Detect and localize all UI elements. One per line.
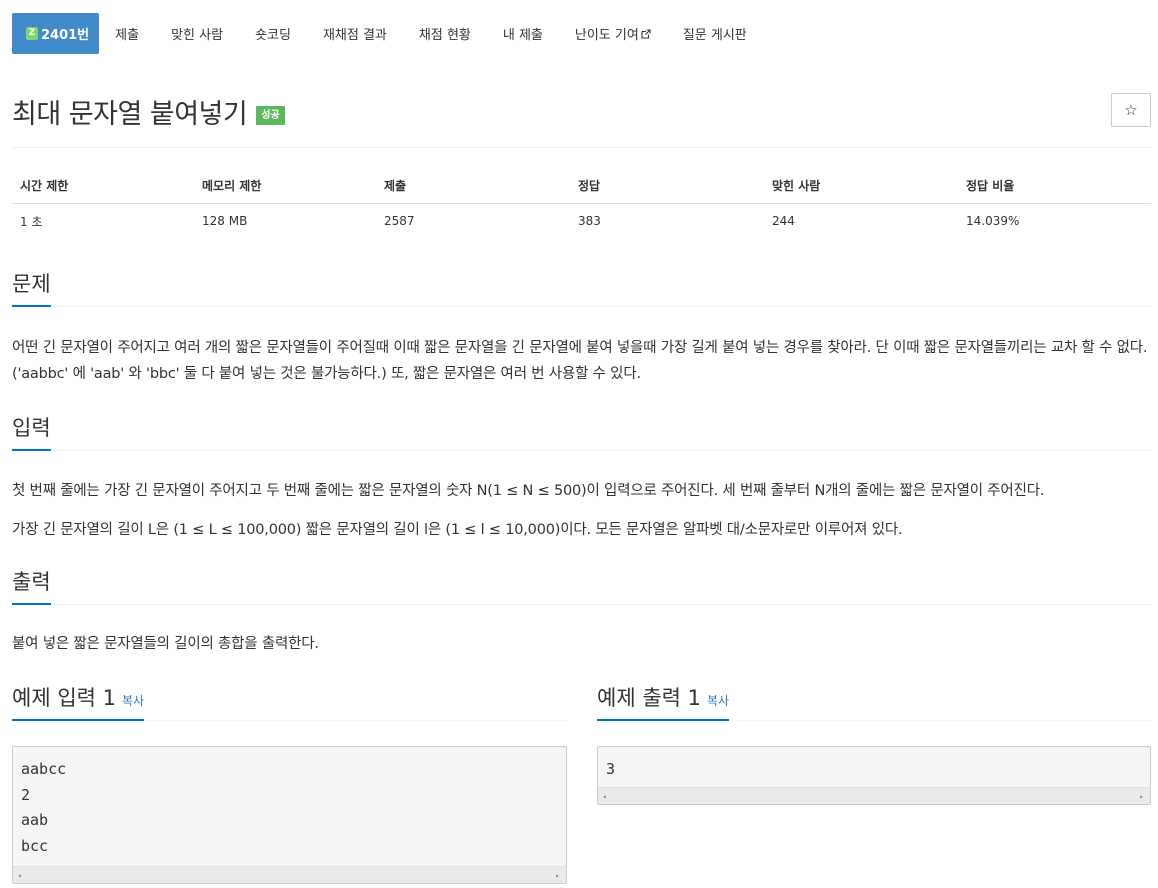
status-badge: 성공 [256,106,285,125]
scroll-left-icon[interactable]: ◂ [17,871,22,880]
value-accept-ratio: 14.039% [966,214,1020,229]
copy-sample-input-button[interactable]: 복사 [122,694,144,708]
sample-input-scrollbar[interactable]: ◂ ▸ [13,866,566,883]
description-heading: 문제 [12,272,51,307]
input-section-header: 입력 [12,411,1151,451]
nav-judge-status-label: 채점 현황 [418,28,471,43]
page-title: 최대 문자열 붙여넣기 [12,99,248,130]
sample-output-scrollbar[interactable]: ◂ ▸ [598,787,1150,804]
description-text: 어떤 긴 문자열이 주어지고 여러 개의 짧은 문자열들이 주어질때 이때 짧은… [12,340,1148,383]
sample-output-heading: 예제 출력 1 복사 [597,685,730,721]
nav-rejudge-results[interactable]: 재채점 결과 [307,13,403,54]
nav-short-coding[interactable]: 숏코딩 [239,13,307,54]
problem-menu: Z 2401번 제출 맞힌 사람 숏코딩 재채점 결과 채점 현황 내 제출 난… [12,13,763,54]
input-text-line-2: 가장 긴 문자열의 길이 L은 (1 ≤ L ≤ 100,000) 짧은 문자열… [12,522,903,538]
nav-difficulty-contribution[interactable]: 난이도 기여 [559,13,667,54]
nav-submit-label: 제출 [115,28,140,43]
favorite-star-button[interactable]: ☆ [1111,93,1151,127]
nav-my-submissions[interactable]: 내 제출 [487,13,559,54]
header-submissions: 제출 [376,168,570,204]
external-link-icon [641,28,651,39]
problem-title-row: 최대 문자열 붙여넣기 성공 ☆ [12,92,1151,132]
value-solved-users: 244 [772,214,795,229]
description-section-header: 문제 [12,267,1151,307]
star-icon: ☆ [1124,101,1138,119]
nav-problem-number[interactable]: Z 2401번 [12,13,100,54]
output-text: 붙여 넣은 짧은 문자열들의 길이의 총합을 출력한다. [12,636,319,652]
sample-output-header: 예제 출력 1 복사 [597,681,1151,721]
problem-info-table: 시간 제한 메모리 제한 제출 정답 맞힌 사람 정답 비율 1 초 128 M… [12,168,1151,239]
sample-input-content: aabcc 2 aab bcc [21,760,67,855]
value-accepted: 383 [578,214,601,229]
copy-sample-output-button[interactable]: 복사 [707,694,729,708]
nav-judge-status[interactable]: 채점 현황 [403,13,487,54]
scroll-right-icon[interactable]: ▸ [555,871,560,880]
input-heading: 입력 [12,416,51,451]
tier-badge-icon: Z [26,27,38,40]
header-accept-ratio: 정답 비율 [958,168,1151,204]
header-solved-users: 맞힌 사람 [764,168,958,204]
nav-rejudge-results-label: 재채점 결과 [322,28,387,43]
sample-output-box[interactable]: 3 ◂ ▸ [597,746,1151,805]
nav-problem-number-label: 2401번 [41,28,90,43]
nav-question-board[interactable]: 질문 게시판 [667,13,763,54]
info-value-row: 1 초 128 MB 2587 383 244 14.039% [12,203,1151,239]
value-memory-limit: 128 MB [202,214,248,229]
sample-input-box[interactable]: aabcc 2 aab bcc ◂ ▸ [12,746,567,884]
header-accepted: 정답 [570,168,764,204]
sample-input-heading: 예제 입력 1 복사 [12,685,145,721]
header-memory-limit: 메모리 제한 [194,168,376,204]
title-divider [12,147,1151,148]
sample-input-title: 예제 입력 1 [12,685,116,710]
sample-output-content: 3 [606,760,616,778]
value-submissions: 2587 [384,214,415,229]
nav-difficulty-contribution-label: 난이도 기여 [574,28,639,43]
nav-solved-users[interactable]: 맞힌 사람 [155,13,239,54]
output-heading: 출력 [12,570,51,605]
value-time-limit: 1 초 [20,214,43,229]
header-time-limit: 시간 제한 [12,168,194,204]
sample-output-title: 예제 출력 1 [597,685,701,710]
scroll-left-icon[interactable]: ◂ [602,792,607,801]
nav-short-coding-label: 숏코딩 [255,28,291,43]
info-header-row: 시간 제한 메모리 제한 제출 정답 맞힌 사람 정답 비율 [12,168,1151,204]
nav-my-submissions-label: 내 제출 [502,28,543,43]
scroll-right-icon[interactable]: ▸ [1139,792,1144,801]
sample-input-header: 예제 입력 1 복사 [12,681,567,721]
nav-submit[interactable]: 제출 [99,13,155,54]
nav-question-board-label: 질문 게시판 [682,28,747,43]
input-text-line-1: 첫 번째 줄에는 가장 긴 문자열이 주어지고 두 번째 줄에는 짧은 문자열의… [12,483,1045,499]
nav-solved-users-label: 맞힌 사람 [171,28,224,43]
output-section-header: 출력 [12,565,1151,605]
